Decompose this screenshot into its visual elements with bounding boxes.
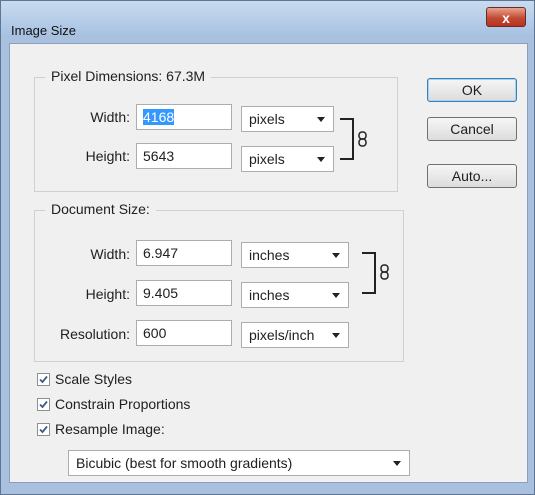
pixel-width-unit-select[interactable]: pixels [241, 106, 334, 132]
resolution-unit: pixels/inch [249, 327, 315, 343]
document-size-legend: Document Size: [45, 201, 156, 217]
document-width-label: Width: [90, 246, 130, 262]
title-bar: Image Size x [1, 1, 534, 38]
pixel-height-value: 5643 [143, 148, 175, 164]
document-height-unit-select[interactable]: inches [241, 282, 349, 308]
scale-styles-checkbox[interactable] [37, 373, 50, 386]
pixel-link-bracket [340, 118, 354, 160]
chevron-down-icon [332, 293, 340, 298]
constrain-proportions-checkbox[interactable] [37, 398, 50, 411]
checkmark-icon [39, 375, 48, 384]
resample-image-label: Resample Image: [55, 421, 165, 437]
pixel-height-label: Height: [85, 148, 130, 164]
chevron-down-icon [317, 117, 325, 122]
document-height-input[interactable]: 9.405 [136, 280, 232, 306]
pixel-dimensions-legend: Pixel Dimensions: 67.3M [45, 68, 212, 84]
checkmark-icon [39, 425, 48, 434]
image-size-dialog: Image Size x Pixel Dimensions: 67.3M Wid… [0, 0, 535, 495]
document-width-unit-select[interactable]: inches [241, 242, 349, 268]
document-height-unit: inches [249, 287, 290, 303]
cancel-button[interactable]: Cancel [427, 117, 517, 141]
resolution-value: 600 [143, 325, 167, 341]
checkmark-icon [39, 400, 48, 409]
ok-button[interactable]: OK [427, 78, 517, 102]
chain-link-icon [358, 131, 367, 147]
resolution-input[interactable]: 600 [136, 320, 232, 346]
pixel-width-value: 4168 [143, 109, 175, 125]
chevron-down-icon [393, 461, 401, 466]
document-width-value: 6.947 [143, 245, 179, 261]
document-link-bracket [362, 252, 376, 294]
dialog-title: Image Size [11, 23, 77, 38]
pixel-height-unit: pixels [249, 151, 285, 167]
scale-styles-label: Scale Styles [55, 371, 133, 387]
resample-image-checkbox[interactable] [37, 423, 50, 436]
chain-link-icon [380, 264, 389, 280]
chevron-down-icon [332, 333, 340, 338]
pixel-height-input[interactable]: 5643 [136, 143, 232, 169]
close-button[interactable]: x [486, 7, 526, 27]
resolution-label: Resolution: [59, 326, 130, 342]
pixel-width-input[interactable]: 4168 [136, 104, 232, 130]
pixel-width-label: Width: [90, 109, 130, 125]
auto-button[interactable]: Auto... [427, 164, 517, 188]
pixel-dimensions-label: Pixel Dimensions: [51, 68, 163, 84]
pixel-dimensions-total: 67.3M [166, 68, 206, 84]
resolution-unit-select[interactable]: pixels/inch [241, 322, 349, 348]
pixel-width-unit: pixels [249, 111, 285, 127]
document-width-unit: inches [249, 247, 290, 263]
document-width-input[interactable]: 6.947 [136, 240, 232, 266]
chevron-down-icon [317, 157, 325, 162]
resample-method-value: Bicubic (best for smooth gradients) [76, 455, 293, 471]
chevron-down-icon [332, 253, 340, 258]
document-height-value: 9.405 [143, 285, 179, 301]
constrain-proportions-label: Constrain Proportions [55, 396, 191, 412]
resample-method-select[interactable]: Bicubic (best for smooth gradients) [68, 450, 410, 476]
document-height-label: Height: [85, 286, 130, 302]
dialog-body: Pixel Dimensions: 67.3M Width: 4168 pixe… [9, 43, 528, 483]
pixel-height-unit-select[interactable]: pixels [241, 146, 334, 172]
close-icon: x [502, 10, 510, 26]
